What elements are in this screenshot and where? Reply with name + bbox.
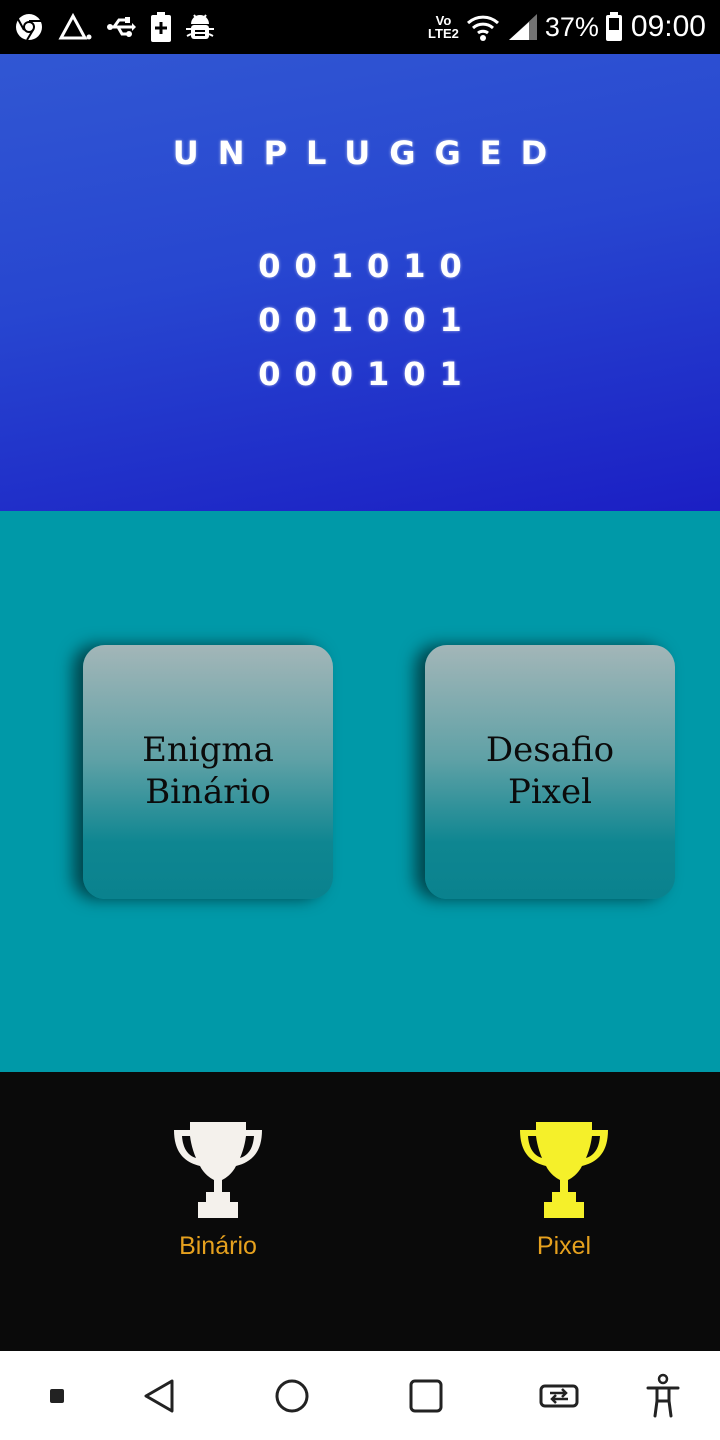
- trophy-icon: [520, 1122, 608, 1218]
- accessibility-icon: [646, 1373, 680, 1418]
- recents-button[interactable]: [399, 1369, 453, 1423]
- back-button[interactable]: [132, 1369, 186, 1423]
- cell-signal-icon: [508, 14, 537, 40]
- home-button[interactable]: [265, 1369, 319, 1423]
- app-title: UNPLUGGED: [172, 134, 567, 172]
- binary-line: 001010: [258, 247, 476, 285]
- accessibility-button[interactable]: [636, 1369, 690, 1423]
- enigma-binario-button[interactable]: Enigma Binário: [83, 645, 333, 899]
- trophy-label: Pixel: [536, 1232, 592, 1260]
- system-nav-bar: [0, 1351, 720, 1440]
- back-icon: [144, 1379, 174, 1413]
- signal-triangle-icon: [58, 12, 92, 40]
- wifi-icon: [466, 15, 499, 41]
- home-icon: [275, 1379, 309, 1413]
- trophy-icon: [174, 1122, 262, 1218]
- binary-line: 000101: [258, 355, 476, 393]
- battery-percent: 37%: [544, 11, 599, 42]
- menu-square-button[interactable]: [30, 1369, 84, 1423]
- trophy-binario-button[interactable]: Binário: [128, 1118, 308, 1261]
- card-label: Desafio Pixel: [485, 730, 615, 812]
- battery-plus-icon: [151, 12, 171, 42]
- card-label: Enigma Binário: [142, 730, 274, 812]
- recents-icon: [409, 1379, 443, 1413]
- game-selection-area: Enigma Binário Desafio Pixel: [0, 511, 720, 1072]
- clock: 09:00: [630, 10, 706, 43]
- app-header: UNPLUGGED 001010 001001 000101: [0, 54, 720, 511]
- desafio-pixel-button[interactable]: Desafio Pixel: [425, 645, 675, 899]
- trophy-pixel-button[interactable]: Pixel: [474, 1118, 654, 1261]
- volte-indicator: Vo LTE2: [428, 13, 459, 41]
- rotate-screen-button[interactable]: [532, 1369, 586, 1423]
- status-bar: Vo LTE2 37% 09:00: [0, 0, 720, 54]
- menu-square-icon: [50, 1389, 64, 1403]
- usb-icon: [107, 17, 136, 37]
- binary-logo: 001010 001001 000101: [0, 239, 720, 401]
- trophy-label: Binário: [179, 1232, 257, 1260]
- binary-line: 001001: [258, 301, 476, 339]
- android-debug-icon: [186, 14, 214, 39]
- battery-icon: [605, 12, 622, 41]
- chrome-icon: [16, 14, 42, 41]
- rotate-screen-icon: [539, 1384, 579, 1408]
- trophy-bar: Binário Pixel: [0, 1072, 720, 1351]
